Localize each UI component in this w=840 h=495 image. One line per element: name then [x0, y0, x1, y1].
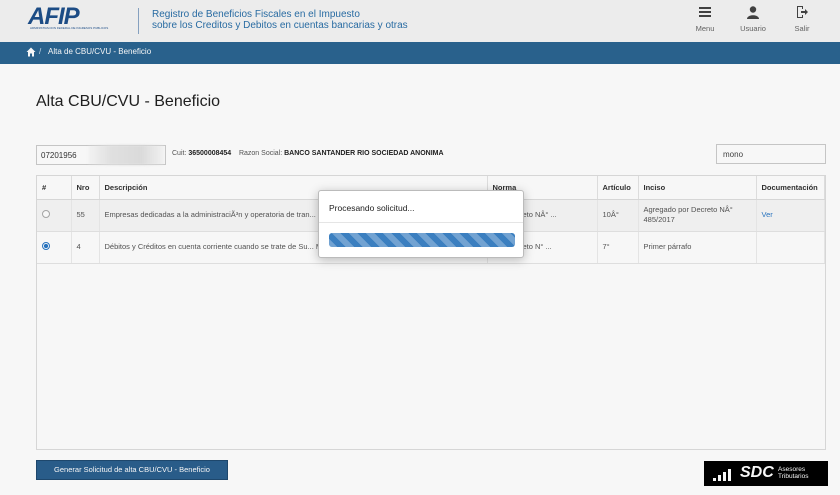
processing-dialog: Procesando solicitud... [318, 190, 524, 258]
progress-fill [329, 233, 515, 247]
progress-bar [329, 233, 515, 247]
processing-title: Procesando solicitud... [329, 203, 415, 213]
dialog-divider [319, 222, 523, 223]
